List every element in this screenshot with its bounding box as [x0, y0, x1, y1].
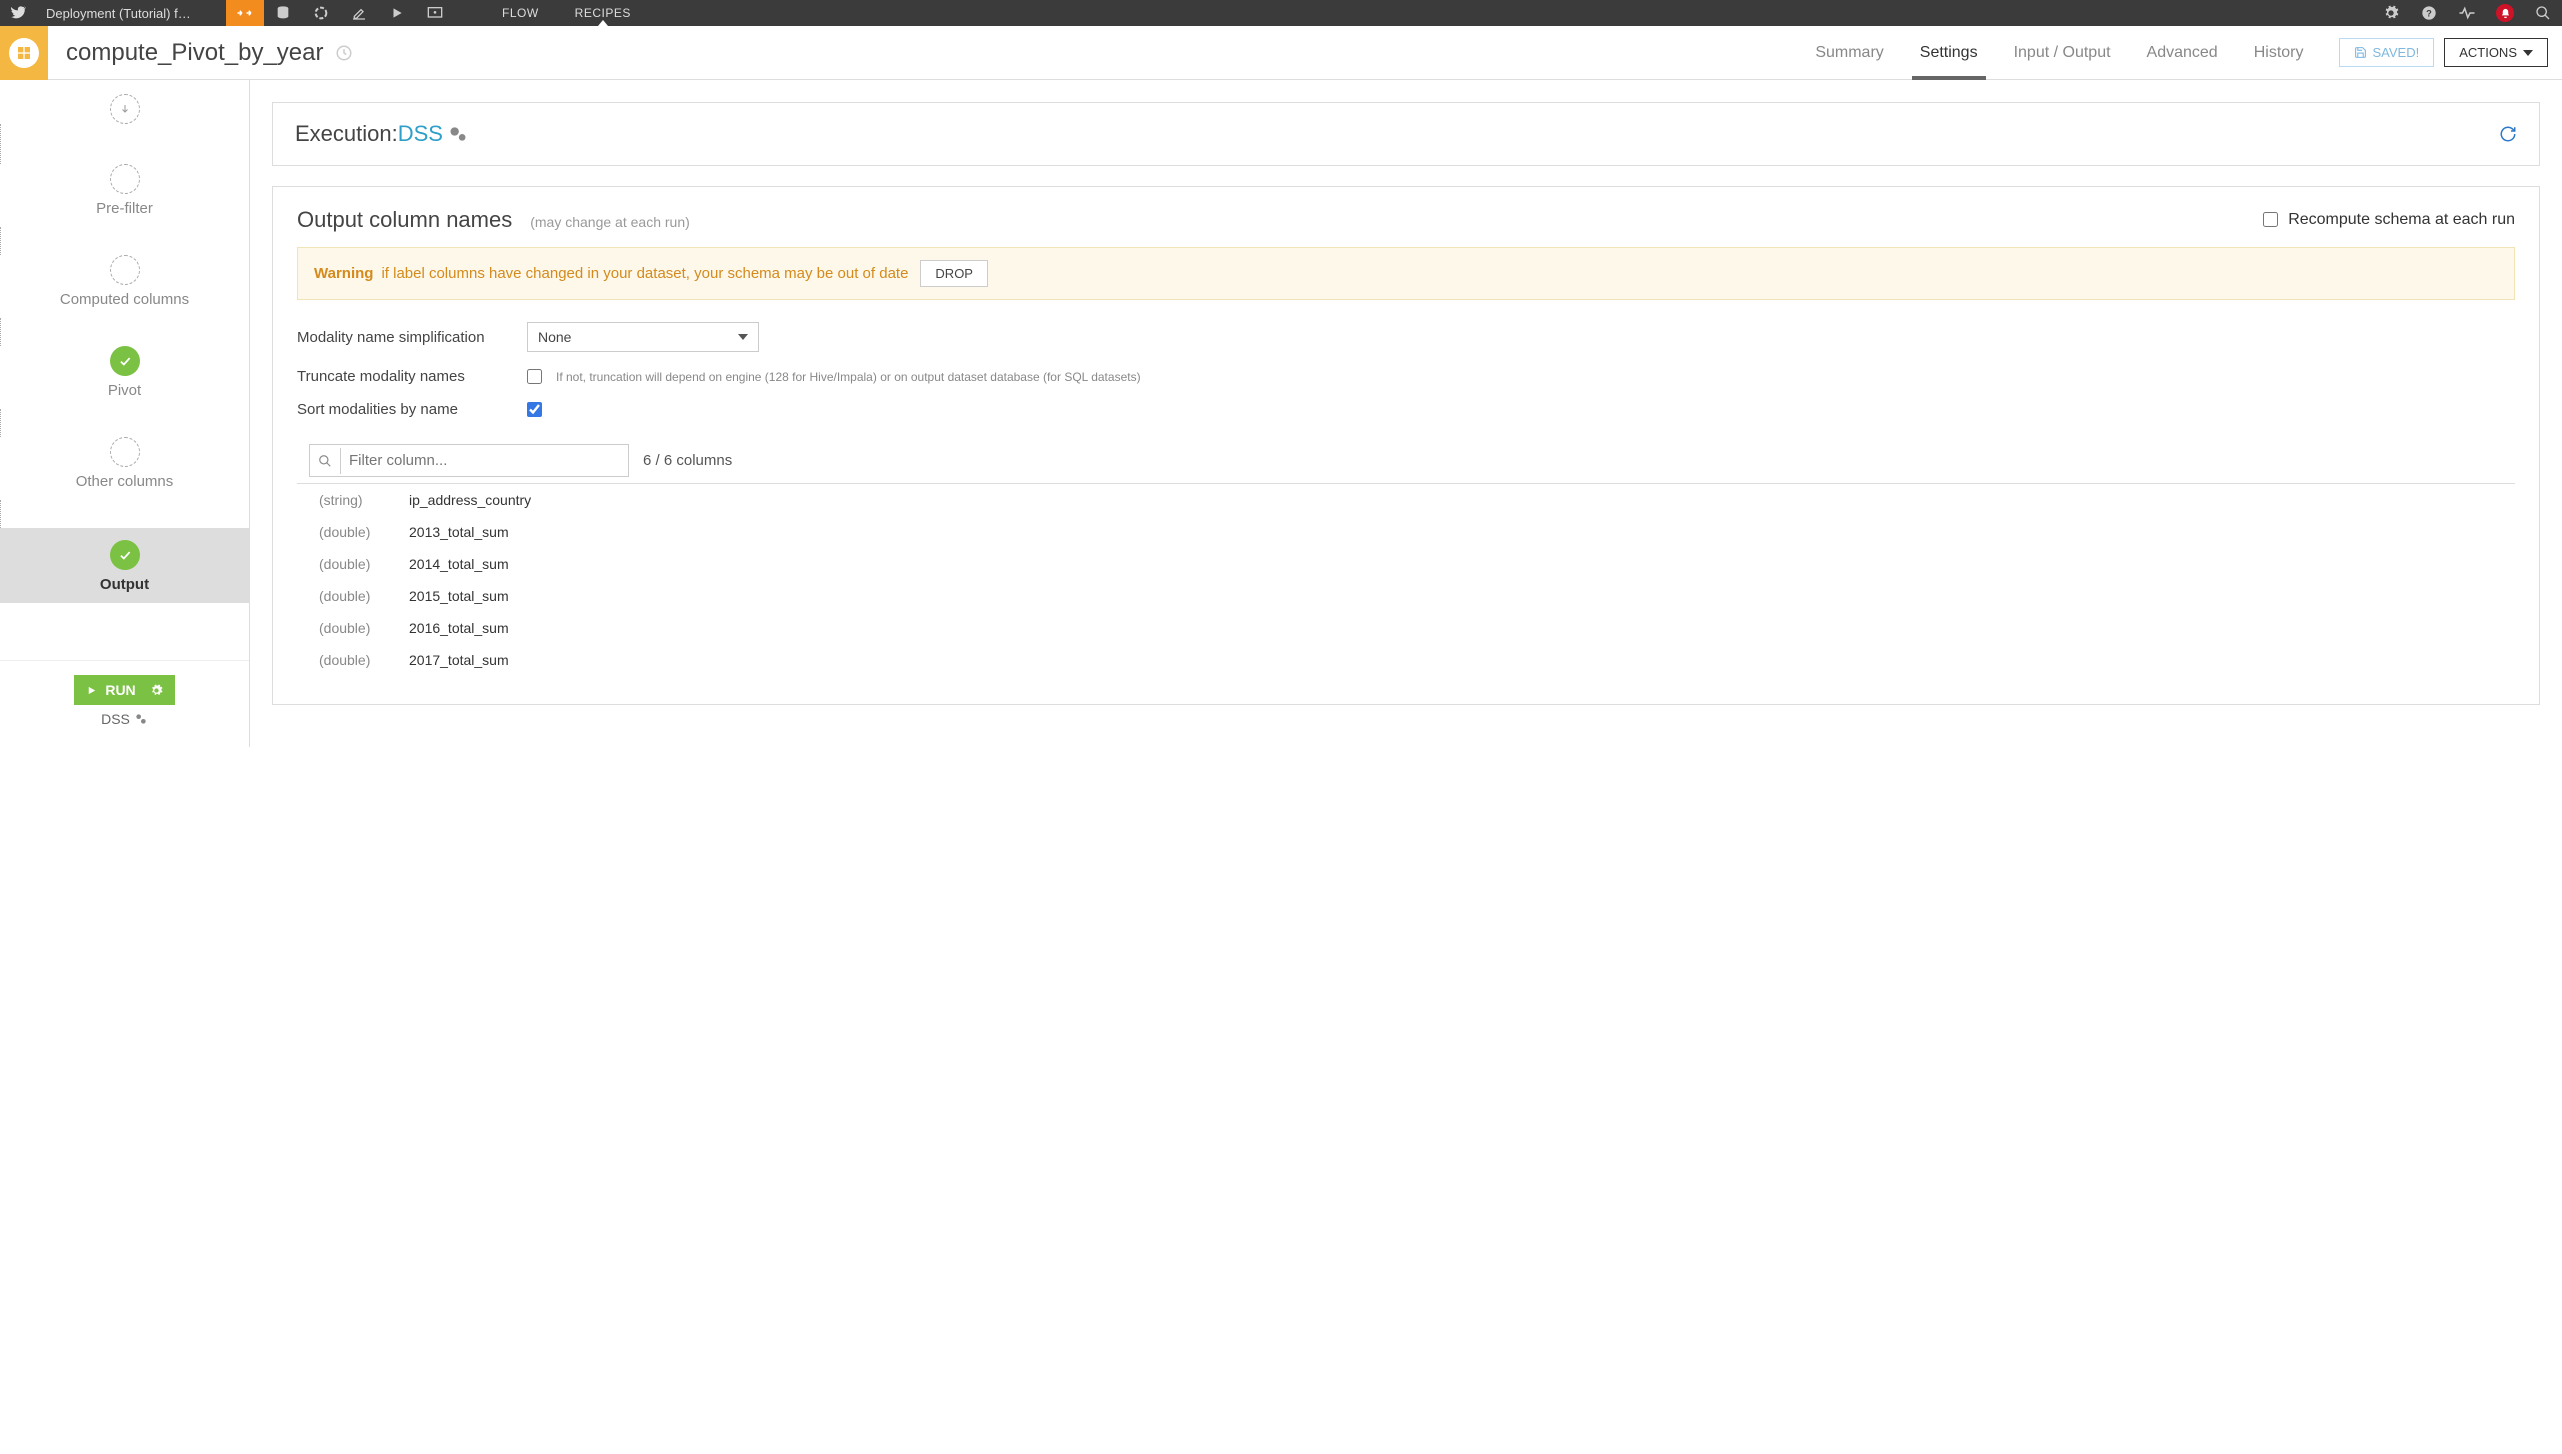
- saved-button[interactable]: SAVED!: [2339, 38, 2434, 67]
- truncate-checkbox[interactable]: [527, 369, 542, 384]
- recipe-tabs: Summary Settings Input / Output Advanced…: [1797, 26, 2321, 80]
- sort-label: Sort modalities by name: [297, 401, 527, 418]
- logo-icon[interactable]: [0, 5, 36, 21]
- recompute-checkbox[interactable]: [2263, 212, 2278, 227]
- column-type: (double): [319, 556, 409, 572]
- column-name: 2013_total_sum: [409, 524, 509, 540]
- top-bar: Deployment (Tutorial) f… FLOW RECIPES ?: [0, 0, 2562, 26]
- filter-input[interactable]: [341, 445, 628, 476]
- search-icon[interactable]: [2524, 0, 2562, 26]
- column-row[interactable]: (double)2014_total_sum: [297, 548, 2515, 580]
- flow-nav-icon[interactable]: [226, 0, 264, 26]
- screen-icon[interactable]: [416, 0, 454, 26]
- main-area: Pre-filter Computed columns Pivot Other …: [0, 80, 2562, 747]
- column-row[interactable]: (double)2013_total_sum: [297, 516, 2515, 548]
- execution-panel: Execution: DSS: [272, 102, 2540, 166]
- refresh-title-icon[interactable]: [335, 44, 353, 62]
- step-pivot[interactable]: Pivot: [0, 346, 249, 409]
- help-icon[interactable]: ?: [2410, 0, 2448, 26]
- arrow-down-icon: [119, 103, 131, 115]
- tab-history[interactable]: History: [2236, 26, 2322, 80]
- gear-icon: [150, 684, 163, 697]
- steps-sidebar: Pre-filter Computed columns Pivot Other …: [0, 80, 250, 747]
- engine-label[interactable]: DSS: [101, 711, 148, 727]
- actions-button[interactable]: ACTIONS: [2444, 38, 2548, 67]
- chevron-down-icon: [2523, 50, 2533, 56]
- chevron-down-icon: [738, 334, 748, 340]
- project-name[interactable]: Deployment (Tutorial) f…: [36, 6, 226, 21]
- column-name: 2015_total_sum: [409, 588, 509, 604]
- sidebar-footer: RUN DSS: [0, 660, 249, 747]
- truncate-label: Truncate modality names: [297, 368, 527, 385]
- column-type: (double): [319, 652, 409, 668]
- column-row[interactable]: (double)2017_total_sum: [297, 644, 2515, 676]
- circular-icon[interactable]: [302, 0, 340, 26]
- check-icon: [118, 354, 132, 368]
- column-row[interactable]: (double)2016_total_sum: [297, 612, 2515, 644]
- activity-icon[interactable]: [2448, 0, 2486, 26]
- step-computed-columns[interactable]: Computed columns: [0, 255, 249, 318]
- column-name: 2017_total_sum: [409, 652, 509, 668]
- execution-engine[interactable]: DSS: [398, 121, 443, 147]
- edit-icon[interactable]: [340, 0, 378, 26]
- run-button[interactable]: RUN: [74, 675, 174, 705]
- column-row[interactable]: (string)ip_address_country: [297, 484, 2515, 516]
- column-type: (double): [319, 524, 409, 540]
- filter-box: [309, 444, 629, 477]
- database-icon[interactable]: [264, 0, 302, 26]
- content-area: Execution: DSS Output column names (may …: [250, 80, 2562, 747]
- recompute-schema-label[interactable]: Recompute schema at each run: [2263, 211, 2515, 229]
- column-count: 6 / 6 columns: [643, 452, 732, 469]
- modality-label: Modality name simplification: [297, 329, 527, 346]
- output-subtitle: (may change at each run): [530, 214, 690, 230]
- check-icon: [118, 548, 132, 562]
- tab-settings[interactable]: Settings: [1902, 26, 1996, 80]
- refresh-icon[interactable]: [2499, 125, 2517, 143]
- step-input[interactable]: [0, 94, 249, 124]
- gears-icon: [134, 712, 148, 726]
- column-type: (string): [319, 492, 409, 508]
- execution-label: Execution:: [295, 121, 398, 147]
- warning-text: if label columns have changed in your da…: [381, 265, 908, 282]
- menu-flow[interactable]: FLOW: [484, 6, 557, 20]
- tab-input-output[interactable]: Input / Output: [1996, 26, 2129, 80]
- modality-select[interactable]: None: [527, 322, 759, 352]
- column-row[interactable]: (double)2015_total_sum: [297, 580, 2515, 612]
- step-pre-filter[interactable]: Pre-filter: [0, 164, 249, 227]
- output-panel: Output column names (may change at each …: [272, 186, 2540, 705]
- recipe-type-icon: [0, 26, 48, 80]
- title-bar: compute_Pivot_by_year Summary Settings I…: [0, 26, 2562, 80]
- svg-text:?: ?: [2426, 8, 2432, 18]
- column-name: 2016_total_sum: [409, 620, 509, 636]
- search-icon: [310, 448, 341, 474]
- recipe-title: compute_Pivot_by_year: [48, 39, 323, 67]
- column-name: 2014_total_sum: [409, 556, 509, 572]
- warning-box: Warning if label columns have changed in…: [297, 247, 2515, 300]
- tab-summary[interactable]: Summary: [1797, 26, 1901, 80]
- gears-icon: [447, 124, 469, 144]
- drop-button[interactable]: DROP: [920, 260, 988, 287]
- play-icon: [86, 685, 97, 696]
- step-output[interactable]: Output: [0, 528, 249, 603]
- notification-icon[interactable]: [2486, 0, 2524, 26]
- output-title: Output column names: [297, 207, 512, 233]
- gear-icon[interactable]: [2372, 0, 2410, 26]
- sort-checkbox[interactable]: [527, 402, 542, 417]
- column-name: ip_address_country: [409, 492, 531, 508]
- truncate-hint: If not, truncation will depend on engine…: [556, 370, 1141, 384]
- save-icon: [2354, 46, 2367, 59]
- warning-label: Warning: [314, 265, 373, 282]
- step-other-columns[interactable]: Other columns: [0, 437, 249, 500]
- column-type: (double): [319, 588, 409, 604]
- column-type: (double): [319, 620, 409, 636]
- menu-recipes[interactable]: RECIPES: [557, 6, 649, 20]
- play-icon[interactable]: [378, 0, 416, 26]
- tab-advanced[interactable]: Advanced: [2129, 26, 2236, 80]
